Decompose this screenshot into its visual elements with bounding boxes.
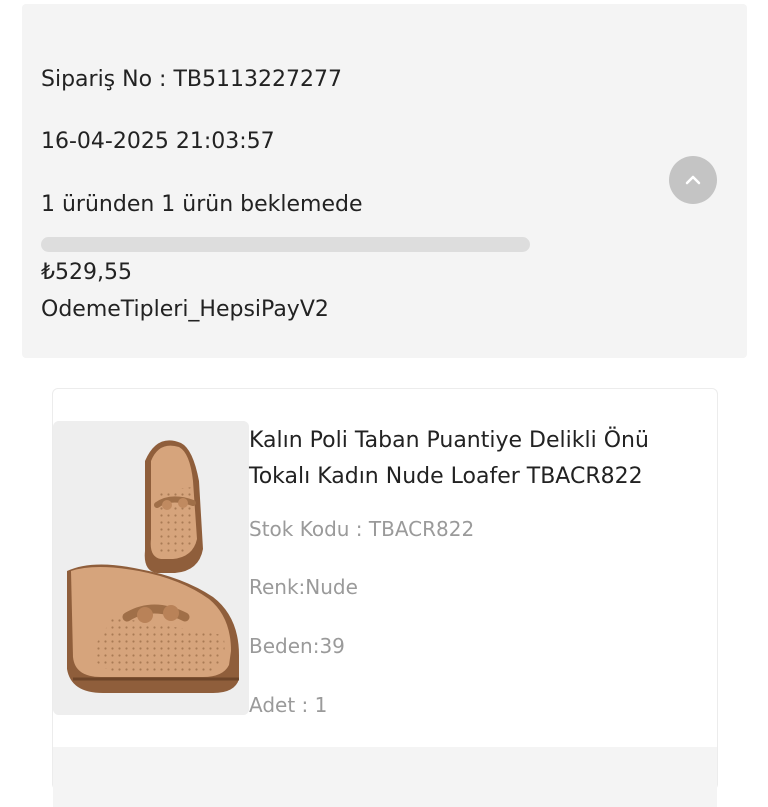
product-image[interactable]	[53, 421, 249, 715]
order-total: ₺529,55	[41, 260, 132, 285]
chevron-up-icon	[685, 175, 701, 185]
order-progress-bar	[41, 237, 530, 252]
payment-type: OdemeTipleri_HepsiPayV2	[41, 297, 329, 322]
product-card-footer	[53, 747, 717, 807]
loafer-shoes-image	[53, 421, 249, 715]
product-quantity: Adet : 1	[249, 693, 328, 717]
product-stock-code: Stok Kodu : TBACR822	[249, 517, 475, 541]
product-size: Beden:39	[249, 634, 345, 658]
product-card[interactable]: Kalın Poli Taban Puantiye Delikli Önü To…	[52, 388, 718, 807]
product-title[interactable]: Kalın Poli Taban Puantiye Delikli Önü To…	[249, 423, 699, 495]
product-color: Renk:Nude	[249, 575, 358, 599]
order-status: 1 üründen 1 ürün beklemede	[41, 192, 363, 217]
order-items-section: Kalın Poli Taban Puantiye Delikli Önü To…	[22, 358, 747, 807]
collapse-button[interactable]	[669, 156, 717, 204]
order-date: 16-04-2025 21:03:57	[41, 129, 275, 154]
order-number: Sipariş No : TB5113227277	[41, 67, 342, 92]
order-summary-panel: Sipariş No : TB5113227277 16-04-2025 21:…	[22, 4, 747, 358]
